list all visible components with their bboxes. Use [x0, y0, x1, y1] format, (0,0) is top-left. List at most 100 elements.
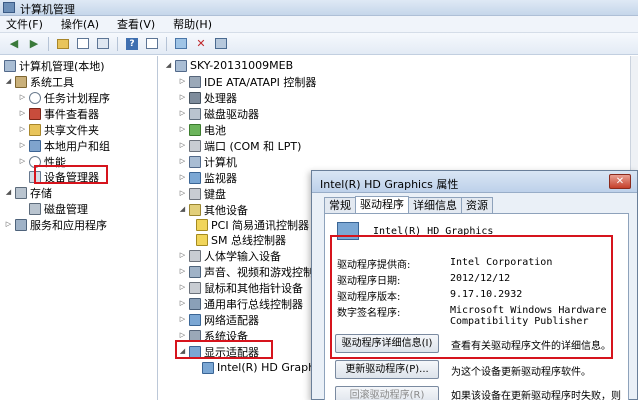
expand-arrow-icon[interactable]: ▷ — [178, 109, 187, 118]
expand-arrow-icon[interactable]: ▷ — [178, 93, 187, 102]
menu-help[interactable]: 帮助(H) — [173, 16, 212, 32]
update-driver-description: 为这个设备更新驱动程序软件。 — [451, 367, 591, 378]
tools-icon — [15, 75, 27, 88]
port-icon — [189, 139, 201, 152]
forward-icon[interactable]: ▶ — [26, 36, 42, 52]
expand-arrow-icon[interactable]: ▷ — [18, 125, 27, 134]
console-tree: 计算机管理(本地) ◢ 系统工具 ▷ 任务计划程序 ▷ 事件查看器 ▷ 共享文件… — [0, 56, 158, 400]
menu-action[interactable]: 操作(A) — [61, 16, 99, 32]
sound-icon — [189, 265, 201, 278]
device-category[interactable]: ▷ 人体学输入设备 — [178, 248, 281, 263]
expand-arrow-icon[interactable]: ▷ — [178, 331, 187, 340]
scan-hardware-icon[interactable] — [213, 36, 229, 52]
computer-icon — [189, 155, 201, 168]
device-category[interactable]: ▷ 键盘 — [178, 186, 226, 201]
storage-icon — [15, 186, 27, 199]
expand-arrow-icon[interactable]: ▷ — [178, 267, 187, 276]
tree-item-disk-management[interactable]: 磁盘管理 — [29, 201, 88, 216]
device-category[interactable]: ▷ 电池 — [178, 122, 226, 137]
monitor-icon — [189, 171, 201, 184]
close-icon[interactable]: ✕ — [609, 174, 631, 189]
dialog-tabs: 常规 驱动程序 详细信息 资源 — [324, 196, 493, 213]
usb-icon — [189, 297, 201, 310]
network-icon — [189, 313, 201, 326]
menu-bar: 文件(F) 操作(A) 查看(V) 帮助(H) — [0, 16, 638, 33]
disk-icon — [29, 202, 41, 215]
tree-item-system-tools[interactable]: ◢ 系统工具 — [4, 74, 74, 89]
collapse-arrow-icon[interactable]: ◢ — [4, 77, 13, 86]
tab-driver[interactable]: 驱动程序 — [355, 196, 409, 213]
rollback-driver-description: 如果该设备在更新驱动程序时失败，则 — [451, 391, 621, 400]
device-category[interactable]: ▷ 计算机 — [178, 154, 237, 169]
expand-arrow-icon[interactable]: ▷ — [18, 109, 27, 118]
warning-device-icon — [196, 233, 208, 246]
expand-arrow-icon[interactable]: ▷ — [4, 220, 13, 229]
tree-item-shared-folders[interactable]: ▷ 共享文件夹 — [18, 122, 99, 137]
update-driver-icon[interactable] — [173, 36, 189, 52]
collapse-arrow-icon[interactable]: ◢ — [178, 205, 187, 214]
tree-item-root[interactable]: 计算机管理(本地) — [4, 58, 105, 73]
toolbar-separator — [117, 36, 118, 51]
hid-icon — [189, 249, 201, 262]
tab-general[interactable]: 常规 — [324, 197, 356, 213]
expand-arrow-icon[interactable]: ▷ — [178, 141, 187, 150]
disk-drive-icon — [189, 107, 201, 120]
mouse-icon — [189, 281, 201, 294]
device-tree-computer[interactable]: ◢ SKY-20131009MEB — [164, 58, 293, 73]
expand-arrow-icon[interactable]: ▷ — [178, 315, 187, 324]
expand-arrow-icon[interactable]: ▷ — [178, 283, 187, 292]
computer-icon — [175, 59, 187, 72]
up-folder-icon[interactable] — [55, 36, 71, 52]
back-icon[interactable]: ◀ — [6, 36, 22, 52]
device-category[interactable]: ▷ IDE ATA/ATAPI 控制器 — [178, 74, 316, 89]
collapse-arrow-icon[interactable]: ◢ — [4, 188, 13, 197]
expand-arrow-icon[interactable]: ▷ — [178, 125, 187, 134]
device-category[interactable]: ▷ 声音、视频和游戏控制器 — [178, 264, 325, 279]
update-driver-button[interactable]: 更新驱动程序(P)... — [335, 360, 439, 379]
device-category[interactable]: ▷ 磁盘驱动器 — [178, 106, 259, 121]
menu-file[interactable]: 文件(F) — [6, 16, 43, 32]
expand-arrow-icon[interactable]: ▷ — [178, 77, 187, 86]
tab-details[interactable]: 详细信息 — [408, 197, 462, 213]
device-category[interactable]: ▷ 网络适配器 — [178, 312, 259, 327]
expand-arrow-icon[interactable]: ▷ — [178, 251, 187, 260]
title-bar: 计算机管理 — [0, 0, 638, 16]
expand-arrow-icon[interactable]: ▷ — [178, 299, 187, 308]
tree-item-services[interactable]: ▷ 服务和应用程序 — [4, 217, 107, 232]
device-category[interactable]: ▷ 监视器 — [178, 170, 237, 185]
tree-item-storage[interactable]: ◢ 存储 — [4, 185, 52, 200]
device-category[interactable]: ◢ 其他设备 — [178, 202, 248, 217]
computer-management-icon — [3, 2, 15, 13]
device-category[interactable]: ▷ 通用串行总线控制器 — [178, 296, 303, 311]
properties-icon[interactable] — [95, 36, 111, 52]
expand-arrow-icon[interactable]: ▷ — [18, 93, 27, 102]
help-icon[interactable]: ? — [124, 36, 140, 52]
rollback-driver-button[interactable]: 回滚驱动程序(R) — [335, 386, 439, 400]
dialog-title: Intel(R) HD Graphics 属性 — [320, 178, 459, 191]
toolbar-separator — [48, 36, 49, 51]
view-icon[interactable] — [144, 36, 160, 52]
tree-item-event-viewer[interactable]: ▷ 事件查看器 — [18, 106, 99, 121]
collapse-arrow-icon[interactable]: ◢ — [164, 61, 173, 70]
warning-device-icon — [196, 218, 208, 231]
expand-arrow-icon[interactable]: ▷ — [178, 173, 187, 182]
services-icon — [15, 218, 27, 231]
ide-controller-icon — [189, 75, 201, 88]
users-icon — [29, 139, 41, 152]
expand-arrow-icon[interactable]: ▷ — [18, 141, 27, 150]
tree-item-task-scheduler[interactable]: ▷ 任务计划程序 — [18, 90, 110, 105]
device-item[interactable]: PCI 简易通讯控制器 — [196, 217, 309, 232]
menu-view[interactable]: 查看(V) — [117, 16, 155, 32]
device-item[interactable]: SM 总线控制器 — [196, 232, 286, 247]
expand-arrow-icon[interactable]: ▷ — [178, 189, 187, 198]
tree-item-local-users[interactable]: ▷ 本地用户和组 — [18, 138, 110, 153]
uninstall-icon[interactable]: ✕ — [193, 36, 209, 52]
show-hide-tree-icon[interactable] — [75, 36, 91, 52]
device-category[interactable]: ▷ 端口 (COM 和 LPT) — [178, 138, 301, 153]
expand-arrow-icon[interactable]: ▷ — [178, 157, 187, 166]
tab-resources[interactable]: 资源 — [461, 197, 493, 213]
device-category[interactable]: ▷ 处理器 — [178, 90, 237, 105]
device-category[interactable]: ▷ 鼠标和其他指针设备 — [178, 280, 303, 295]
toolbar: ◀ ▶ ? ✕ — [0, 33, 638, 55]
expand-arrow-icon[interactable]: ▷ — [18, 157, 27, 166]
